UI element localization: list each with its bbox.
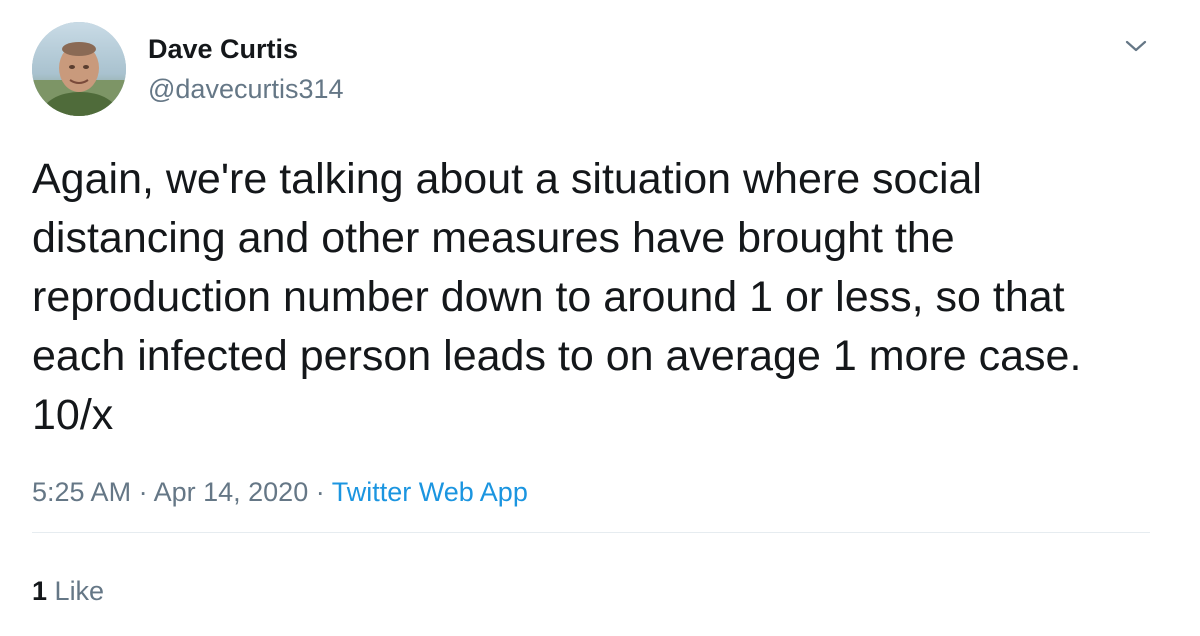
author-name[interactable]: Dave Curtis — [148, 32, 298, 66]
meta-separator-2: · — [315, 477, 325, 507]
likes-label: Like — [54, 576, 105, 606]
tweet-source-link[interactable]: Twitter Web App — [332, 477, 528, 507]
author-avatar[interactable] — [32, 22, 126, 116]
tweet-meta: 5:25 AM · Apr 14, 2020 · Twitter Web App — [32, 474, 528, 510]
likes-count: 1 — [32, 576, 48, 606]
divider — [32, 532, 1150, 533]
tweet-card: Dave Curtis @davecurtis314 Again, we're … — [0, 0, 1200, 636]
author-handle[interactable]: @davecurtis314 — [148, 72, 344, 106]
tweet-date[interactable]: Apr 14, 2020 — [154, 477, 309, 507]
tweet-text: Again, we're talking about a situation w… — [32, 155, 1082, 439]
likes-stat[interactable]: 1 Like — [32, 573, 104, 609]
tweet-time[interactable]: 5:25 AM — [32, 477, 131, 507]
meta-separator: · — [138, 477, 148, 507]
chevron-down-icon[interactable] — [1122, 34, 1150, 58]
